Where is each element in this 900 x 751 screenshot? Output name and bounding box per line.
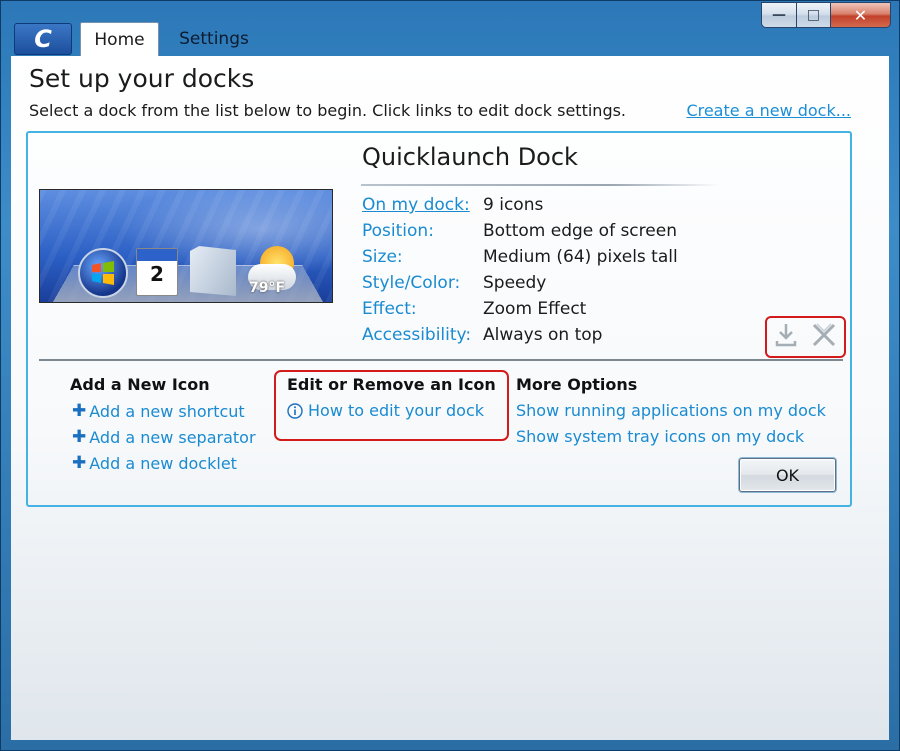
add-docklet-label: Add a new docklet — [89, 453, 237, 473]
how-to-edit-link[interactable]: How to edit your dock — [287, 401, 484, 420]
ok-button[interactable]: OK — [739, 458, 836, 492]
info-icon — [287, 402, 303, 419]
section-divider — [39, 359, 843, 361]
close-button[interactable]: ✕ — [831, 2, 891, 28]
calendar-day: 2 — [150, 262, 164, 286]
page-title: Set up your docks — [29, 64, 255, 93]
dock-name-underline — [361, 184, 719, 186]
windows-start-icon — [78, 248, 128, 298]
create-dock-link[interactable]: Create a new dock... — [686, 101, 851, 120]
more-options-heading: More Options — [516, 375, 638, 394]
style-color-label[interactable]: Style/Color: — [362, 273, 460, 293]
app-window: — □ ✕ C Home Settings Set up your docks … — [0, 0, 900, 751]
show-tray-icons-link[interactable]: Show system tray icons on my dock — [516, 427, 804, 446]
add-docklet-link[interactable]: ✚ Add a new docklet — [72, 453, 237, 473]
tab-home[interactable]: Home — [80, 22, 159, 57]
style-color-value: Speedy — [483, 273, 547, 293]
window-controls: — □ ✕ — [761, 2, 891, 28]
folder-icon — [190, 246, 236, 296]
dock-preview[interactable]: 2 79°F — [39, 189, 333, 303]
effect-value: Zoom Effect — [483, 299, 587, 319]
position-value: Bottom edge of screen — [483, 221, 677, 241]
show-running-apps-link[interactable]: Show running applications on my dock — [516, 401, 826, 420]
dock-action-icons — [765, 316, 846, 358]
effect-label[interactable]: Effect: — [362, 299, 417, 319]
add-shortcut-label: Add a new shortcut — [89, 401, 245, 421]
delete-icon[interactable] — [811, 322, 837, 352]
how-to-edit-label: How to edit your dock — [308, 401, 485, 420]
weather-temperature: 79°F — [249, 280, 286, 296]
size-label[interactable]: Size: — [362, 247, 403, 267]
icon-count-value: 9 icons — [483, 195, 544, 215]
tab-settings[interactable]: Settings — [171, 22, 257, 56]
plus-icon: ✚ — [72, 427, 87, 447]
dock-card[interactable]: Quicklaunch Dock 2 79°F On my dock: 9 ic… — [26, 131, 852, 507]
plus-icon: ✚ — [72, 401, 87, 421]
content-panel: Set up your docks Select a dock from the… — [11, 56, 889, 740]
calendar-icon: 2 — [136, 248, 178, 296]
on-my-dock-link[interactable]: On my dock: — [362, 195, 470, 215]
position-label[interactable]: Position: — [362, 221, 434, 241]
minimize-button[interactable]: — — [761, 2, 797, 28]
download-icon[interactable] — [774, 322, 798, 352]
add-separator-label: Add a new separator — [89, 427, 256, 447]
maximize-button[interactable]: □ — [797, 2, 831, 28]
add-icon-heading: Add a New Icon — [70, 375, 210, 394]
add-separator-link[interactable]: ✚ Add a new separator — [72, 427, 256, 447]
add-shortcut-link[interactable]: ✚ Add a new shortcut — [72, 401, 245, 421]
accessibility-value: Always on top — [483, 325, 603, 345]
plus-icon: ✚ — [72, 453, 87, 473]
app-logo-icon[interactable]: C — [14, 23, 72, 55]
edit-icon-heading: Edit or Remove an Icon — [287, 375, 496, 394]
page-subtitle: Select a dock from the list below to beg… — [29, 101, 627, 120]
accessibility-label[interactable]: Accessibility: — [362, 325, 471, 345]
size-value: Medium (64) pixels tall — [483, 247, 678, 267]
dock-name: Quicklaunch Dock — [362, 143, 578, 171]
